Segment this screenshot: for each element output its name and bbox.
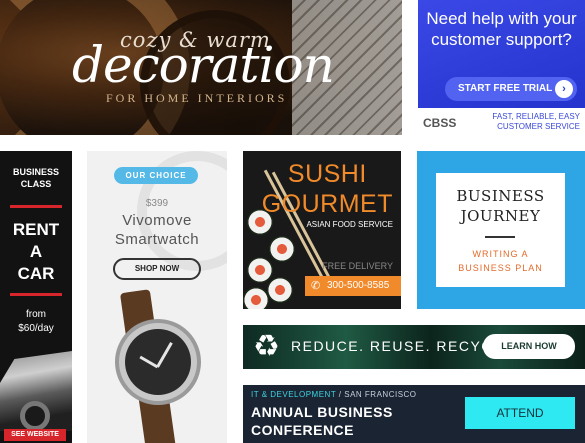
attend-button[interactable]: ATTEND (465, 397, 575, 429)
journey-card: BUSINESS JOURNEY WRITING A BUSINESS PLAN (436, 173, 565, 287)
decoration-banner[interactable]: cozy & warm decoration FOR HOME INTERIOR… (0, 0, 402, 135)
watch-name: Vivomove Smartwatch (87, 211, 227, 249)
location-label: / SAN FRANCISCO (338, 390, 417, 399)
watch-price: $399 (145, 198, 169, 209)
sushi-banner[interactable]: SUSHI GOURMET ASIAN FOOD SERVICE FREE DE… (243, 151, 401, 309)
wheel-image (20, 401, 50, 431)
rent-headline: RENT A CAR (0, 219, 72, 285)
trial-label: START FREE TRIAL (458, 83, 553, 94)
daily-price: $60/day (18, 323, 54, 334)
deco-subtitle: FOR HOME INTERIORS (106, 91, 288, 105)
conference-banner[interactable]: IT & DEVELOPMENT / SAN FRANCISCO ANNUAL … (243, 385, 585, 443)
phone-icon: ✆ (311, 280, 321, 292)
smartwatch-banner[interactable]: OUR CHOICE $399 Vivomove Smartwatch SHOP… (87, 151, 227, 443)
headline-line-2: A (29, 242, 43, 261)
top-line-2: CLASS (20, 179, 52, 189)
name-line-2: Smartwatch (114, 231, 200, 248)
subtitle-line-1: WRITING A (472, 249, 529, 259)
subtitle-line-2: BUSINESS PLAN (458, 263, 543, 273)
journey-title: BUSINESS JOURNEY (436, 186, 565, 226)
tagline-line-2: CUSTOMER SERVICE (497, 122, 580, 131)
sushi-piece (243, 287, 269, 309)
sushi-piece (247, 257, 273, 283)
name-line-1: Vivomove (122, 212, 192, 229)
sushi-title: SUSHI GOURMET (262, 159, 393, 219)
tagline-line-1: FAST, RELIABLE, EASY (492, 112, 580, 121)
divider (485, 236, 515, 238)
recycle-icon: ♻ (253, 330, 280, 363)
shop-now-button[interactable]: SHOP NOW (113, 258, 201, 280)
rent-a-car-banner[interactable]: BUSINESS CLASS RENT A CAR from $60/day S… (0, 151, 72, 443)
chevron-right-icon: › (555, 80, 573, 98)
title-line-2: JOURNEY (460, 207, 541, 225)
conference-meta: IT & DEVELOPMENT / SAN FRANCISCO (251, 390, 417, 399)
title-line-1: ANNUAL BUSINESS (251, 404, 393, 420)
start-free-trial-button[interactable]: START FREE TRIAL › (445, 77, 577, 101)
top-line-1: BUSINESS (12, 167, 59, 177)
support-banner[interactable]: Need help with your customer support? ST… (418, 0, 585, 135)
sushi-piece (267, 277, 293, 303)
divider (10, 293, 62, 296)
free-delivery-label: FREE DELIVERY (322, 261, 393, 271)
phone-number-button[interactable]: ✆ 300-500-8585 (305, 276, 401, 296)
business-journey-banner[interactable]: BUSINESS JOURNEY WRITING A BUSINESS PLAN (417, 151, 585, 309)
our-choice-badge: OUR CHOICE (114, 167, 198, 184)
category-label: IT & DEVELOPMENT (251, 390, 337, 399)
title-line-1: SUSHI (287, 160, 367, 188)
divider (10, 205, 62, 208)
sushi-piece (269, 236, 295, 262)
learn-how-button[interactable]: LEARN HOW (483, 334, 575, 359)
business-class-label: BUSINESS CLASS (0, 166, 72, 190)
title-line-2: GOURMET (261, 190, 393, 218)
support-tagline: FAST, RELIABLE, EASY CUSTOMER SERVICE (492, 112, 580, 132)
price-from: from $60/day (0, 308, 72, 336)
headline-line-1: RENT (12, 220, 60, 239)
deco-title: decoration (72, 36, 335, 94)
phone-number: 300-500-8585 (327, 280, 390, 291)
conference-title: ANNUAL BUSINESS CONFERENCE (251, 403, 393, 439)
cbss-logo: CBSS (423, 116, 457, 130)
headline-line-3: CAR (17, 264, 55, 283)
see-website-button[interactable]: SEE WEBSITE (4, 429, 66, 441)
title-line-1: BUSINESS (456, 187, 545, 205)
from-label: from (26, 309, 46, 320)
support-title: Need help with your customer support? (426, 9, 577, 49)
sushi-subtitle: ASIAN FOOD SERVICE (306, 220, 393, 229)
recycle-banner[interactable]: ♻ REDUCE. REUSE. RECYCLE. LEARN HOW (243, 325, 585, 369)
journey-subtitle: WRITING A BUSINESS PLAN (436, 247, 565, 275)
title-line-2: CONFERENCE (251, 422, 355, 438)
